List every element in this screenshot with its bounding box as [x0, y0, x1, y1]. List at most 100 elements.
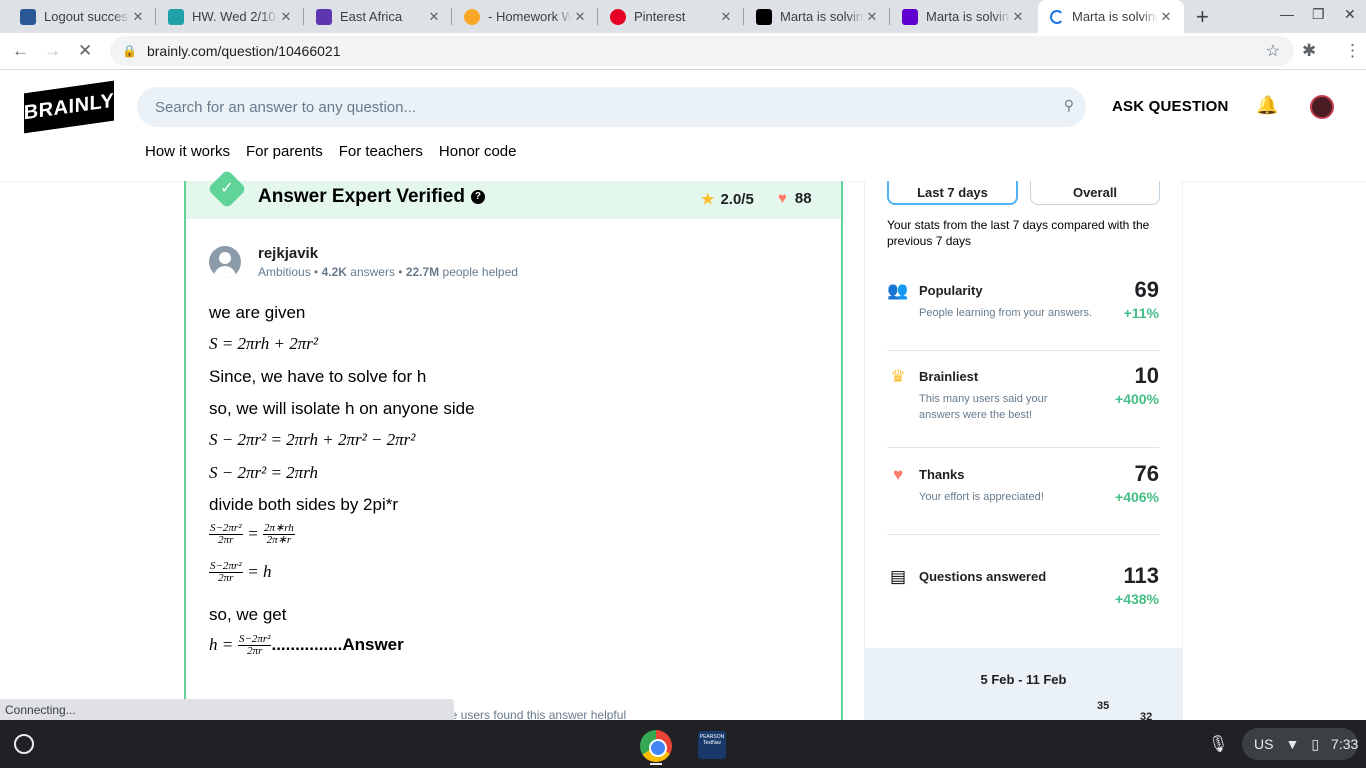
close-tab-icon[interactable]: ✕ — [426, 9, 442, 25]
close-tab-icon[interactable]: ✕ — [1158, 9, 1174, 25]
answer-text-line: divide both sides by 2pi*r — [209, 495, 399, 514]
answer-math-fraction-line: S−2πr² 2πr = 2π∗rh 2π∗r — [209, 523, 295, 546]
author-name[interactable]: rejkjavik — [258, 245, 318, 262]
tab-favicon-icon — [610, 8, 626, 25]
stat-title: Questions answered — [919, 569, 1047, 584]
people-icon: 👥 — [887, 281, 909, 300]
help-question-icon[interactable]: ? — [470, 189, 485, 204]
close-tab-icon[interactable]: ✕ — [1010, 9, 1026, 25]
battery-icon: ▯ — [1311, 735, 1320, 752]
crown-icon: ♛ — [890, 367, 906, 386]
stat-change: +11% — [1123, 305, 1159, 321]
answer-label: ...............Answer — [271, 634, 404, 654]
tab-favicon-icon — [902, 8, 918, 25]
answer-rating: ★ 2.0/5 — [701, 190, 754, 208]
browser-menu-icon[interactable]: ⋮ — [1344, 41, 1361, 61]
browser-toolbar: ← → ✕ 🔒 brainly.com/question/10466021 ☆ … — [0, 33, 1366, 70]
ask-question-button[interactable]: ASK QUESTION — [1112, 98, 1229, 115]
stat-description: Your effort is appreciated! — [919, 491, 1044, 503]
tab-title: HW. Wed 2/10 — [192, 9, 276, 24]
stop-loading-icon[interactable]: ✕ — [78, 41, 92, 61]
bookmark-star-icon[interactable]: ☆ — [1266, 41, 1280, 61]
author-meta: Ambitious • 4.2K answers • 22.7M people … — [258, 265, 518, 279]
divider — [887, 534, 1159, 535]
stat-value: 69 — [1134, 277, 1159, 302]
star-icon: ★ — [701, 191, 715, 208]
close-tab-icon[interactable]: ✕ — [864, 9, 880, 25]
brainly-logo[interactable]: BRAINLY — [24, 80, 114, 134]
close-tab-icon[interactable]: ✕ — [278, 9, 294, 25]
equation-rhs: = h — [247, 561, 272, 581]
notifications-bell-icon[interactable]: 🔔 — [1256, 95, 1278, 116]
chrome-app-icon[interactable] — [640, 730, 672, 762]
keyboard-locale: US — [1254, 736, 1274, 752]
nav-for-teachers[interactable]: For teachers — [339, 143, 423, 160]
search-bar[interactable]: ⚲ — [137, 87, 1086, 127]
divider — [887, 350, 1159, 351]
close-window-icon[interactable]: ✕ — [1344, 6, 1356, 23]
tab-favicon-icon — [20, 8, 36, 25]
launcher-icon[interactable] — [14, 734, 34, 754]
answer-text-line: so, we get — [209, 605, 287, 624]
nav-honor-code[interactable]: Honor code — [439, 143, 517, 160]
close-tab-icon[interactable]: ✕ — [572, 9, 588, 25]
verified-title: Answer Expert Verified? — [258, 186, 485, 208]
tab-title: - Homework We — [488, 9, 572, 24]
tab-title: Marta is solving — [926, 9, 1010, 24]
fraction-denominator: 2πr — [218, 572, 234, 584]
tab-title: Pinterest — [634, 9, 686, 24]
loading-spinner-icon — [1050, 9, 1064, 24]
answer-text-line: we are given — [209, 303, 306, 322]
tab-overall[interactable]: Overall — [1030, 181, 1160, 205]
tab-title: Marta is solving — [1072, 9, 1158, 24]
tab-favicon-icon — [316, 8, 332, 25]
browser-status-bubble: Connecting... — [0, 699, 454, 720]
address-bar[interactable]: 🔒 brainly.com/question/10466021 ☆ — [110, 36, 1294, 66]
browser-tab[interactable]: HW. Wed 2/10 ✕ — [156, 0, 304, 33]
forward-icon[interactable]: → — [44, 41, 61, 61]
restore-icon[interactable]: ❐ — [1312, 6, 1325, 23]
fraction: S−2πr² 2πr — [237, 634, 272, 657]
stat-description: People learning from your answers. — [919, 307, 1093, 319]
fraction-denominator: 2π∗r — [266, 534, 292, 546]
site-nav: How it works For parents For teachers Ho… — [145, 143, 516, 160]
close-tab-icon[interactable]: ✕ — [130, 9, 146, 25]
stat-description: This many users said your answers were t… — [919, 393, 1048, 421]
nav-for-parents[interactable]: For parents — [246, 143, 323, 160]
author-avatar[interactable] — [209, 246, 241, 278]
browser-tab[interactable]: East Africa ✕ — [304, 0, 452, 33]
new-tab-icon[interactable]: + — [1196, 4, 1209, 30]
tab-favicon-icon — [756, 8, 772, 25]
pearson-testnav-app-icon[interactable]: PEARSON TestNav — [698, 731, 726, 759]
stat-value: 76 — [1134, 461, 1159, 486]
tab-last-7-days[interactable]: Last 7 days — [887, 181, 1018, 205]
browser-tab[interactable]: Logout success ✕ — [8, 0, 156, 33]
status-tray[interactable]: US ▼ ▯ 7:33 — [1242, 728, 1358, 760]
search-input[interactable] — [155, 98, 1035, 116]
microphone-icon[interactable]: 🎙 — [1208, 734, 1228, 754]
back-icon[interactable]: ← — [12, 41, 29, 61]
extensions-icon[interactable]: ✱ — [1302, 41, 1316, 61]
browser-tab[interactable]: - Homework We ✕ — [452, 0, 598, 33]
minimize-icon[interactable]: — — [1280, 6, 1294, 22]
search-icon[interactable]: ⚲ — [1064, 97, 1074, 114]
fraction-denominator: 2πr — [247, 645, 263, 657]
fraction-denominator: 2πr — [218, 534, 234, 546]
author-answers-label: answers — [350, 265, 395, 279]
answer-final-line: h = S−2πr² 2πr ...............Answer — [209, 634, 404, 657]
browser-tab[interactable]: Pinterest ✕ — [598, 0, 744, 33]
browser-tab[interactable]: Marta is solving ✕ — [744, 0, 890, 33]
browser-tab-strip: Logout success ✕ HW. Wed 2/10 ✕ East Afr… — [0, 0, 1366, 33]
close-tab-icon[interactable]: ✕ — [718, 9, 734, 25]
tab-title: Logout success — [44, 9, 130, 24]
nav-how-it-works[interactable]: How it works — [145, 143, 230, 160]
lock-icon: 🔒 — [122, 44, 137, 58]
user-avatar[interactable] — [1310, 95, 1334, 119]
answer-math-fraction-line: S−2πr² 2πr = h — [209, 561, 271, 584]
tab-favicon-icon — [464, 8, 480, 25]
stat-value: 10 — [1134, 363, 1159, 388]
browser-tab-active[interactable]: Marta is solving ✕ — [1038, 0, 1184, 33]
browser-tab[interactable]: Marta is solving ✕ — [890, 0, 1036, 33]
heart-icon[interactable]: ♥ — [778, 190, 787, 207]
weekly-chart-box: 5 Feb - 11 Feb 35 32 — [865, 648, 1182, 723]
